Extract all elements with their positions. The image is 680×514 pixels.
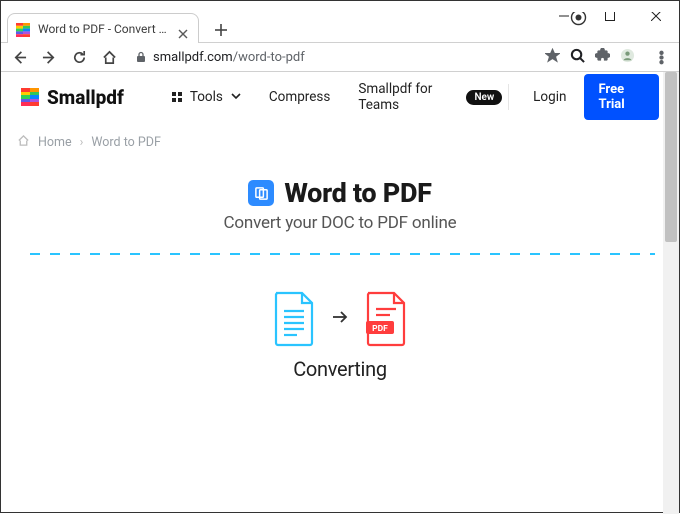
browser-tab[interactable]: Word to PDF - Convert your DOC xyxy=(7,13,199,43)
pdf-badge-text: PDF xyxy=(372,324,388,334)
breadcrumb-home[interactable]: Home xyxy=(38,135,72,150)
site-header: Smallpdf Tools Compress Smallpdf for Tea… xyxy=(1,72,679,122)
search-icon[interactable] xyxy=(570,48,585,67)
nav-forward-button[interactable] xyxy=(37,45,61,69)
hero: Word to PDF Convert your DOC to PDF onli… xyxy=(1,177,679,233)
brand[interactable]: Smallpdf xyxy=(21,86,124,109)
home-icon xyxy=(17,134,30,151)
chevron-down-icon xyxy=(231,89,241,105)
lock-icon xyxy=(135,48,147,67)
target-pdf-icon: PDF xyxy=(364,291,408,347)
page-title: Word to PDF xyxy=(284,177,431,209)
vertical-scrollbar[interactable] xyxy=(663,72,679,514)
free-trial-button[interactable]: Free Trial xyxy=(584,74,659,120)
nav-tools-label: Tools xyxy=(190,89,223,105)
profile-icon[interactable] xyxy=(620,48,635,67)
breadcrumb-current: Word to PDF xyxy=(91,135,161,150)
new-tab-button[interactable] xyxy=(209,18,233,42)
favicon-icon xyxy=(16,22,30,36)
word-to-pdf-badge-icon xyxy=(248,180,274,206)
tab-title: Word to PDF - Convert your DOC xyxy=(38,22,170,36)
nav-teams-pill: New xyxy=(466,90,502,105)
extensions-icon[interactable] xyxy=(595,48,610,67)
page-content: Smallpdf Tools Compress Smallpdf for Tea… xyxy=(1,72,679,463)
arrow-right-icon xyxy=(332,309,348,329)
browser-menu-button[interactable] xyxy=(649,45,673,69)
header-separator xyxy=(508,84,509,110)
scrollbar-thumb[interactable] xyxy=(665,72,677,242)
nav-teams-label: Smallpdf for Teams xyxy=(358,81,458,113)
nav-compress[interactable]: Compress xyxy=(269,89,330,105)
address-bar[interactable]: smallpdf.com/word-to-pdf xyxy=(127,46,643,68)
browser-toolbar: smallpdf.com/word-to-pdf xyxy=(1,42,679,72)
titlebar xyxy=(1,1,679,12)
tab-close-button[interactable] xyxy=(178,24,188,34)
conversion-area: PDF Converting xyxy=(25,253,655,463)
nav-back-button[interactable] xyxy=(7,45,31,69)
brand-logo-icon xyxy=(21,88,39,106)
nav-reload-button[interactable] xyxy=(67,45,91,69)
url-path: /word-to-pdf xyxy=(233,50,305,65)
breadcrumb-separator: › xyxy=(80,135,84,150)
bookmark-icon[interactable] xyxy=(545,48,560,67)
brand-name: Smallpdf xyxy=(47,86,124,109)
nav-teams[interactable]: Smallpdf for Teams New xyxy=(358,81,502,113)
apps-icon xyxy=(172,92,182,102)
source-document-icon xyxy=(272,291,316,347)
page-subtitle: Convert your DOC to PDF online xyxy=(1,213,679,233)
nav-tools[interactable]: Tools xyxy=(172,89,241,105)
nav-home-button[interactable] xyxy=(97,45,121,69)
login-link[interactable]: Login xyxy=(533,89,566,105)
conversion-status-label: Converting xyxy=(25,357,655,381)
url-host: smallpdf.com xyxy=(153,50,233,65)
nav: Tools Compress Smallpdf for Teams New xyxy=(172,81,502,113)
breadcrumb: Home › Word to PDF xyxy=(1,122,679,163)
url-text: smallpdf.com/word-to-pdf xyxy=(153,50,305,65)
